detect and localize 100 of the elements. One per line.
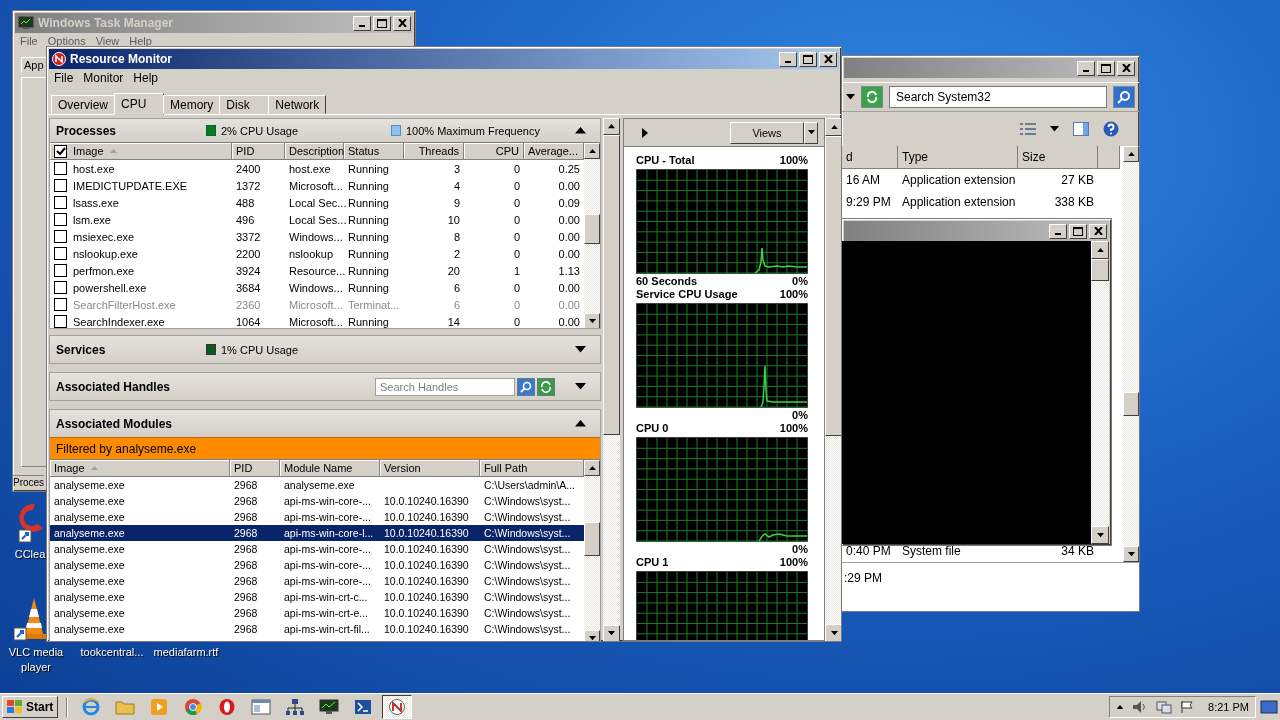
maximize-button[interactable] bbox=[799, 51, 817, 67]
checkbox[interactable] bbox=[54, 196, 67, 209]
show-hidden-icons-icon[interactable] bbox=[1116, 704, 1125, 710]
refresh-button[interactable] bbox=[861, 86, 883, 108]
column-header[interactable]: PID bbox=[230, 460, 280, 477]
minimize-button[interactable] bbox=[353, 15, 371, 31]
maximize-button[interactable] bbox=[373, 15, 391, 31]
menu-item[interactable]: File bbox=[17, 34, 41, 47]
tab[interactable]: Network bbox=[268, 95, 327, 114]
column-header[interactable]: CPU bbox=[464, 143, 524, 160]
column-header[interactable]: PID bbox=[232, 143, 285, 160]
views-button[interactable]: Views bbox=[730, 121, 804, 144]
expand-icon[interactable] bbox=[575, 383, 586, 390]
tab[interactable]: Overview bbox=[51, 95, 115, 114]
column-header[interactable]: Description bbox=[285, 143, 344, 160]
network-icon[interactable] bbox=[1156, 700, 1173, 714]
view-list-icon[interactable] bbox=[1020, 123, 1036, 135]
menu-item[interactable]: Options bbox=[44, 34, 89, 47]
column-header[interactable]: Image bbox=[50, 143, 232, 160]
clock[interactable]: 8:21 PM bbox=[1208, 701, 1249, 713]
tab[interactable]: Disk bbox=[219, 95, 270, 114]
column-header[interactable]: Type bbox=[898, 146, 1018, 169]
scroll-thumb[interactable] bbox=[584, 522, 600, 556]
close-button[interactable] bbox=[819, 51, 837, 67]
checkbox[interactable] bbox=[54, 264, 67, 277]
search-button[interactable] bbox=[1113, 86, 1135, 108]
checkbox[interactable] bbox=[54, 144, 67, 158]
refresh-button[interactable] bbox=[537, 377, 555, 396]
column-header[interactable]: Status bbox=[344, 143, 404, 160]
dropdown-arrow-icon[interactable] bbox=[846, 94, 855, 100]
minimize-button[interactable] bbox=[1077, 60, 1095, 76]
close-button[interactable] bbox=[1089, 223, 1107, 239]
column-header[interactable]: Version bbox=[380, 460, 480, 477]
scroll-thumb[interactable] bbox=[825, 136, 841, 436]
minimize-button[interactable] bbox=[779, 51, 797, 67]
traffic-cone-icon[interactable] bbox=[14, 598, 46, 642]
maximize-button[interactable] bbox=[1069, 223, 1087, 239]
column-header[interactable]: Image bbox=[50, 460, 230, 477]
scroll-down-button[interactable] bbox=[603, 625, 620, 641]
desktop-icon-label[interactable]: VLC media player bbox=[6, 645, 66, 675]
scroll-down-button[interactable] bbox=[1123, 546, 1139, 562]
maximize-icon bbox=[377, 18, 387, 28]
minimize-button[interactable] bbox=[1049, 223, 1067, 239]
play-icon[interactable] bbox=[642, 127, 648, 138]
flag-icon[interactable] bbox=[1180, 700, 1195, 714]
desktop-icon-label[interactable]: tookcentral... bbox=[80, 645, 144, 660]
checkbox[interactable] bbox=[54, 162, 67, 175]
tab[interactable]: CPU bbox=[114, 93, 164, 115]
scroll-down-button[interactable] bbox=[1091, 526, 1109, 544]
checkbox[interactable] bbox=[54, 230, 67, 243]
table-cell-text: 0.25 bbox=[557, 161, 581, 177]
table-cell-text: 0:40 PM bbox=[845, 543, 892, 560]
search-field[interactable]: Search System32 bbox=[889, 86, 1107, 108]
scroll-up-button[interactable] bbox=[584, 143, 600, 159]
views-dropdown-button[interactable] bbox=[804, 121, 818, 144]
checkbox[interactable] bbox=[54, 315, 67, 328]
scroll-thumb[interactable] bbox=[1091, 259, 1109, 281]
column-header[interactable]: d bbox=[842, 146, 898, 169]
scroll-up-button[interactable] bbox=[603, 118, 620, 135]
dropdown-arrow-icon[interactable] bbox=[1050, 126, 1059, 132]
menu-item[interactable]: Help bbox=[130, 71, 162, 85]
search-field[interactable]: Search Handles bbox=[375, 377, 515, 396]
search-button[interactable] bbox=[517, 377, 535, 396]
close-button[interactable] bbox=[1117, 60, 1135, 76]
selected-row[interactable]: analyseme.exe 2968 api-ms-win-core-l... 10.0.10240.16390 C:\Windows\syst... bbox=[50, 525, 584, 541]
checkbox[interactable] bbox=[54, 179, 67, 192]
column-header[interactable]: Full Path bbox=[480, 460, 584, 477]
checkbox[interactable] bbox=[54, 247, 67, 260]
menu-item[interactable]: File bbox=[51, 71, 77, 85]
maximize-button[interactable] bbox=[1097, 60, 1115, 76]
column-header[interactable]: Module Name bbox=[280, 460, 380, 477]
preview-pane-icon[interactable] bbox=[1073, 122, 1089, 136]
scroll-thumb[interactable] bbox=[603, 135, 620, 435]
column-header[interactable]: Size bbox=[1018, 146, 1098, 169]
menu-item[interactable]: View bbox=[92, 34, 123, 47]
menu-item[interactable]: Monitor bbox=[80, 71, 127, 85]
desktop-icon-label[interactable]: mediafarm.rtf bbox=[153, 645, 219, 660]
desktop-icon-label[interactable]: CClea bbox=[14, 547, 46, 562]
scroll-up-button[interactable] bbox=[584, 460, 600, 476]
scroll-up-button[interactable] bbox=[1091, 241, 1109, 259]
scroll-up-button[interactable] bbox=[1123, 146, 1139, 162]
scroll-up-button[interactable] bbox=[825, 118, 841, 136]
column-header[interactable]: Average... bbox=[524, 143, 584, 160]
scroll-down-button[interactable] bbox=[584, 313, 600, 328]
column-header[interactable]: Threads bbox=[404, 143, 464, 160]
collapse-icon[interactable] bbox=[575, 420, 586, 427]
tab[interactable]: Memory bbox=[163, 95, 221, 114]
checkbox[interactable] bbox=[54, 213, 67, 226]
menu-item[interactable]: Help bbox=[126, 34, 155, 47]
help-icon[interactable] bbox=[1103, 121, 1119, 137]
start-button[interactable]: Start bbox=[2, 696, 59, 718]
checkbox[interactable] bbox=[54, 281, 67, 294]
scroll-thumb[interactable] bbox=[584, 214, 600, 244]
show-desktop-icon[interactable] bbox=[1260, 699, 1278, 715]
collapse-icon[interactable] bbox=[575, 127, 586, 134]
taskbar-button[interactable] bbox=[382, 695, 413, 719]
close-button[interactable] bbox=[393, 15, 411, 31]
expand-icon[interactable] bbox=[575, 346, 586, 353]
scroll-thumb[interactable] bbox=[1123, 392, 1139, 416]
scroll-down-button[interactable] bbox=[825, 624, 841, 641]
